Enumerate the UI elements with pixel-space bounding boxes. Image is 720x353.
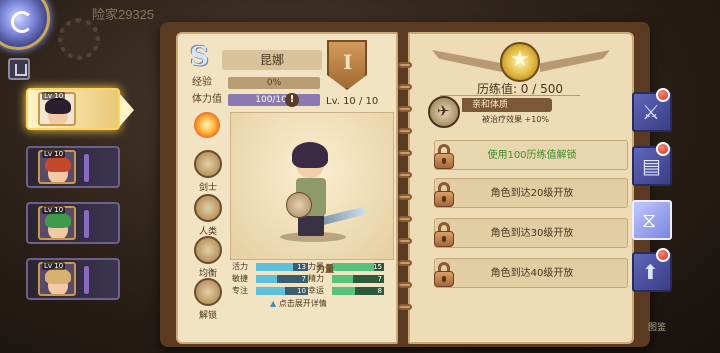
attribute-row: 精力 7 [308, 274, 388, 284]
hero-card-level: Lv 10 [42, 150, 66, 158]
scale-icon[interactable] [194, 236, 222, 264]
notification-dot [656, 248, 670, 262]
unlock-text: 角色到达30级开放 [490, 228, 574, 239]
attribute-label: 精力 [308, 274, 324, 283]
shield-illustration [286, 192, 312, 218]
locked-talent-slot[interactable]: 角色到达20级开放 [434, 178, 628, 208]
unlock-text: 使用100历练值解锁 [487, 150, 577, 161]
primary-attribute-label: 力量 [316, 265, 335, 275]
book-ring [398, 128, 412, 134]
skill-name: 亲和体质 [462, 98, 552, 112]
hero-card-bar [84, 154, 89, 182]
attribute-label: 专注 [232, 286, 248, 295]
hero-hair [45, 212, 71, 228]
role-label: 解锁 [198, 311, 217, 321]
locked-talent-slot[interactable]: 角色到达40级开放 [434, 258, 628, 288]
gear-decoration [58, 18, 100, 60]
attribute-row: 专注 10 [232, 286, 310, 296]
book-ring [398, 194, 412, 200]
book-ring [398, 150, 412, 156]
hero-hair [45, 268, 71, 284]
hero-card[interactable]: Lv 10 [26, 88, 134, 130]
hero-hair [45, 156, 71, 172]
hero-name: 昆娜 [222, 50, 322, 70]
star-emblem-icon [500, 42, 540, 82]
wing-skill-icon [428, 96, 460, 128]
hero-card-bar [84, 266, 89, 294]
collapse-menu-button[interactable] [8, 58, 30, 80]
fire-element-icon[interactable] [194, 112, 220, 138]
book-icon: ▤ [642, 154, 661, 178]
attribute-value: 8 [377, 287, 382, 295]
hero-card-bar [84, 210, 89, 238]
book-ring [398, 216, 412, 222]
skill-row[interactable]: 亲和体质 被治疗效果 +10% [428, 96, 628, 132]
attribute-value: 13 [297, 263, 306, 271]
book-ring [398, 238, 412, 244]
book-ring [398, 260, 412, 266]
stamina-row: 体力值 100/100 [192, 93, 320, 107]
stamina-value: 100/100 [255, 95, 293, 105]
upgrade-arrow-icon: ⬆ [642, 260, 659, 284]
attribute-value: 7 [301, 275, 306, 283]
locked-talent-slot[interactable]: 角色到达30级开放 [434, 218, 628, 248]
notification-dot [656, 142, 670, 156]
side-tab[interactable]: ⧖ [632, 200, 672, 240]
notification-dot [656, 88, 670, 102]
exp-row: 经验 0% [192, 76, 320, 90]
unlock-with-points-button[interactable]: 使用100历练值解锁 [434, 140, 628, 170]
exp-label: 经验 [192, 77, 212, 88]
helmet-icon[interactable] [194, 150, 222, 178]
unlock-text: 角色到达20级开放 [490, 188, 574, 199]
book-ring [398, 84, 412, 90]
role-label: 剑士 [198, 183, 217, 193]
rank-badge: S [190, 42, 209, 72]
hero-card-level: Lv 10 [42, 262, 66, 270]
attribute-row: 幸运 8 [308, 286, 388, 296]
player-name: 险家29325 [92, 7, 155, 22]
hourglass-icon: ⧖ [642, 208, 657, 232]
hero-level: Lv. 10 / 10 [326, 96, 379, 107]
attribute-value: 10 [297, 287, 306, 295]
attribute-row: 敏捷 7 [232, 274, 310, 284]
scroll-icon[interactable] [194, 278, 222, 306]
book-ring [398, 172, 412, 178]
selected-arrow-icon [120, 94, 134, 126]
character-hair [292, 142, 328, 168]
skill-description: 被治疗效果 +10% [482, 115, 550, 124]
attribute-label: 敏捷 [232, 274, 248, 283]
armor-icon[interactable] [194, 194, 222, 222]
back-button[interactable] [0, 0, 50, 50]
book-ring [398, 304, 412, 310]
hero-card-level: Lv 10 [42, 92, 66, 100]
return-icon [11, 11, 33, 33]
attribute-label: 幸运 [308, 286, 324, 295]
attribute-row: 活力 13 [232, 262, 310, 272]
stamina-label: 体力值 [192, 94, 222, 105]
bottom-menu-label[interactable]: 图鉴 [648, 320, 666, 333]
class-badge-text: I [343, 50, 353, 74]
unlock-text: 角色到达40级开放 [490, 268, 574, 279]
hero-card[interactable]: Lv 10 [26, 202, 120, 244]
hero-hair [45, 98, 71, 114]
hero-card-level: Lv 10 [42, 206, 66, 214]
sword-icon: ⚔ [642, 100, 660, 124]
book-ring [398, 106, 412, 112]
exp-value: 0% [266, 78, 282, 88]
attribute-label: 活力 [232, 262, 248, 271]
expand-details-hint[interactable]: 点击展开详情 [270, 298, 327, 309]
hero-card[interactable]: Lv 10 [26, 258, 120, 300]
hero-card[interactable]: Lv 10 [26, 146, 120, 188]
book-ring [398, 282, 412, 288]
info-warning-icon[interactable]: ! [285, 93, 299, 107]
attribute-value: 7 [377, 275, 382, 283]
attribute-value: 15 [373, 263, 382, 271]
book-ring [398, 62, 412, 68]
